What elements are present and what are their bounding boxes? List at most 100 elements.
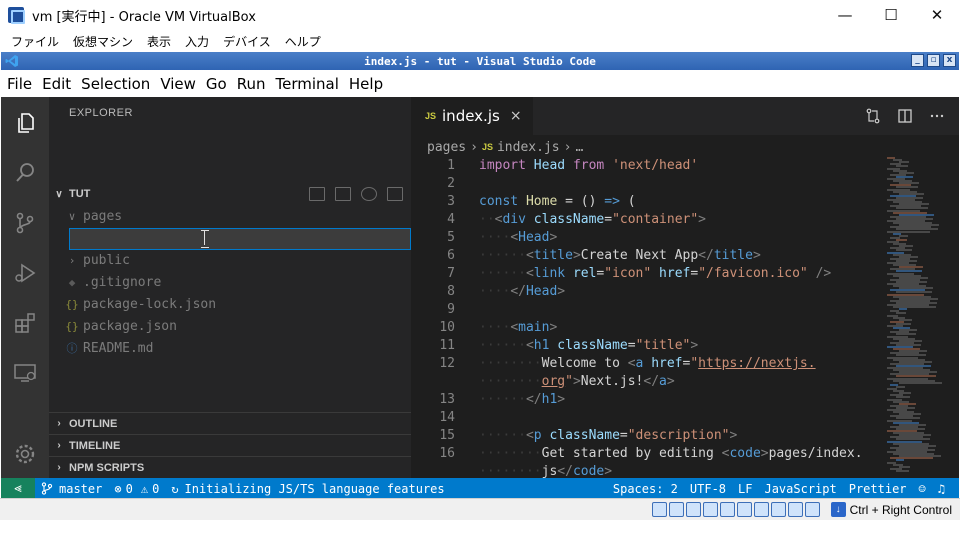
code-line[interactable]: 2 (411, 175, 881, 193)
code-line[interactable]: 1 import Head from 'next/head' (411, 157, 881, 175)
code-line[interactable]: 10 ····<main> (411, 319, 881, 337)
code-line[interactable]: 8 ····</Head> (411, 283, 881, 301)
split-editor-icon[interactable] (897, 108, 913, 124)
branch-status[interactable]: master (35, 482, 108, 496)
workspace-root-header[interactable]: ∨ TUT (49, 183, 411, 205)
host-menu-view[interactable]: 表示 (140, 33, 178, 50)
chevron-right-icon: › (57, 440, 61, 451)
outline-section-header[interactable]: › OUTLINE (49, 412, 411, 434)
virtualization-icon[interactable] (788, 502, 803, 517)
code-line[interactable]: 7 ······<link rel="icon" href="/favicon.i… (411, 265, 881, 283)
collapse-all-icon[interactable] (387, 187, 403, 201)
refresh-icon[interactable] (361, 187, 377, 201)
explorer-icon[interactable] (13, 111, 37, 135)
line-number: 14 (439, 410, 455, 425)
menu-help[interactable]: Help (344, 75, 388, 93)
tab-label: index.js (442, 107, 500, 125)
display-icon[interactable] (754, 502, 769, 517)
menu-go[interactable]: Go (201, 75, 232, 93)
remote-indicator-icon[interactable]: ⪡ (1, 478, 35, 498)
tree-item-package-json[interactable]: {} package.json (49, 315, 411, 337)
code-line[interactable]: 16 ········Get started by editing <code>p… (411, 445, 881, 463)
eol-status[interactable]: LF (732, 482, 758, 496)
notifications-bell-icon[interactable]: ♫ (932, 482, 951, 496)
code-line[interactable]: ········org">Next.js!</a> (411, 373, 881, 391)
video-capture-icon[interactable] (771, 502, 786, 517)
breadcrumb-file[interactable]: index.js (497, 140, 560, 155)
more-actions-icon[interactable] (929, 108, 945, 124)
prettier-status[interactable]: Prettier (843, 482, 913, 496)
new-file-name-input[interactable] (69, 228, 411, 250)
extensions-icon[interactable] (13, 311, 37, 335)
maximize-button[interactable]: ☐ (868, 0, 914, 30)
close-tab-icon[interactable]: × (510, 108, 522, 124)
search-icon[interactable] (13, 161, 37, 185)
editor-tabbar: JS index.js × (411, 97, 959, 135)
host-menu-devices[interactable]: デバイス (216, 33, 278, 50)
code-editor[interactable]: 1 import Head from 'next/head' 2 3 const Hom… (411, 157, 881, 479)
menu-edit[interactable]: Edit (37, 75, 76, 93)
tree-item-pages[interactable]: ∨ pages (49, 205, 411, 227)
code-line[interactable]: 12 ········Welcome to <a href="https://ne… (411, 355, 881, 373)
menu-terminal[interactable]: Terminal (271, 75, 344, 93)
optical-drive-icon[interactable] (669, 502, 684, 517)
tree-item-readme[interactable]: ⓘ README.md (49, 337, 411, 359)
code-line[interactable]: 5 ····<Head> (411, 229, 881, 247)
mouse-integration-icon[interactable] (805, 502, 820, 517)
encoding-status[interactable]: UTF-8 (684, 482, 732, 496)
code-line[interactable]: 9 (411, 301, 881, 319)
breadcrumb-symbol[interactable]: … (575, 140, 583, 155)
minimap[interactable] (885, 157, 945, 478)
host-key-indicator[interactable]: ↓ Ctrl + Right Control (830, 502, 952, 517)
code-line[interactable]: 15 ······<p className="description"> (411, 427, 881, 445)
code-line[interactable]: 11 ······<h1 className="title"> (411, 337, 881, 355)
minimize-button[interactable]: — (822, 0, 868, 30)
host-menu-machine[interactable]: 仮想マシン (66, 33, 140, 50)
menu-view[interactable]: View (155, 75, 201, 93)
minimap-line (896, 459, 904, 462)
problems-status[interactable]: ⊗ 0 ⚠ 0 (108, 482, 165, 496)
menu-file[interactable]: File (1, 75, 37, 93)
timeline-section-header[interactable]: › TIMELINE (49, 434, 411, 456)
tree-item-package-lock[interactable]: {} package-lock.json (49, 293, 411, 315)
host-menu-help[interactable]: ヘルプ (278, 33, 328, 50)
host-menu-file[interactable]: ファイル (4, 33, 66, 50)
shared-folders-icon[interactable] (737, 502, 752, 517)
hard-disk-icon[interactable] (652, 502, 667, 517)
remote-explorer-icon[interactable] (13, 361, 37, 385)
section-label: TIMELINE (69, 439, 121, 452)
feedback-icon[interactable]: ☺ (913, 482, 932, 496)
code-line[interactable]: 14 (411, 409, 881, 427)
new-file-icon[interactable] (309, 187, 325, 201)
tree-item-gitignore[interactable]: ◆ .gitignore (49, 271, 411, 293)
new-folder-icon[interactable] (335, 187, 351, 201)
language-status[interactable]: JavaScript (758, 482, 842, 496)
code-line[interactable]: 6 ······<title>Create Next App</title> (411, 247, 881, 265)
code-text: ········Welcome to <a href="https://next… (479, 356, 816, 371)
npm-scripts-section-header[interactable]: › NPM SCRIPTS (49, 456, 411, 478)
tab-index-js[interactable]: JS index.js × (411, 97, 533, 135)
source-control-icon[interactable] (13, 211, 37, 235)
indentation-status[interactable]: Spaces: 2 (607, 482, 684, 496)
host-menu-input[interactable]: 入力 (178, 33, 216, 50)
code-line[interactable]: 3 const Home = () => ( (411, 193, 881, 211)
close-button[interactable]: ✕ (914, 0, 960, 30)
code-line[interactable]: 13 ······</h1> (411, 391, 881, 409)
usb-icon[interactable] (720, 502, 735, 517)
network-icon[interactable] (703, 502, 718, 517)
run-debug-icon[interactable] (13, 261, 37, 285)
guest-close-button[interactable]: x (943, 54, 956, 67)
menu-run[interactable]: Run (232, 75, 271, 93)
breadcrumb-folder[interactable]: pages (427, 140, 466, 155)
guest-maximize-button[interactable]: ▫ (927, 54, 940, 67)
tree-item-public[interactable]: › public (49, 249, 411, 271)
guest-minimize-button[interactable]: _ (911, 54, 924, 67)
vm-display[interactable]: index.js - tut - Visual Studio Code _ ▫ … (1, 52, 959, 498)
menu-selection[interactable]: Selection (76, 75, 155, 93)
settings-gear-icon[interactable] (13, 442, 37, 466)
code-line[interactable]: 4 ··<div className="container"> (411, 211, 881, 229)
line-number: 12 (439, 356, 455, 371)
code-text: ······<title>Create Next App</title> (479, 248, 761, 263)
open-changes-icon[interactable] (865, 108, 881, 124)
audio-icon[interactable] (686, 502, 701, 517)
